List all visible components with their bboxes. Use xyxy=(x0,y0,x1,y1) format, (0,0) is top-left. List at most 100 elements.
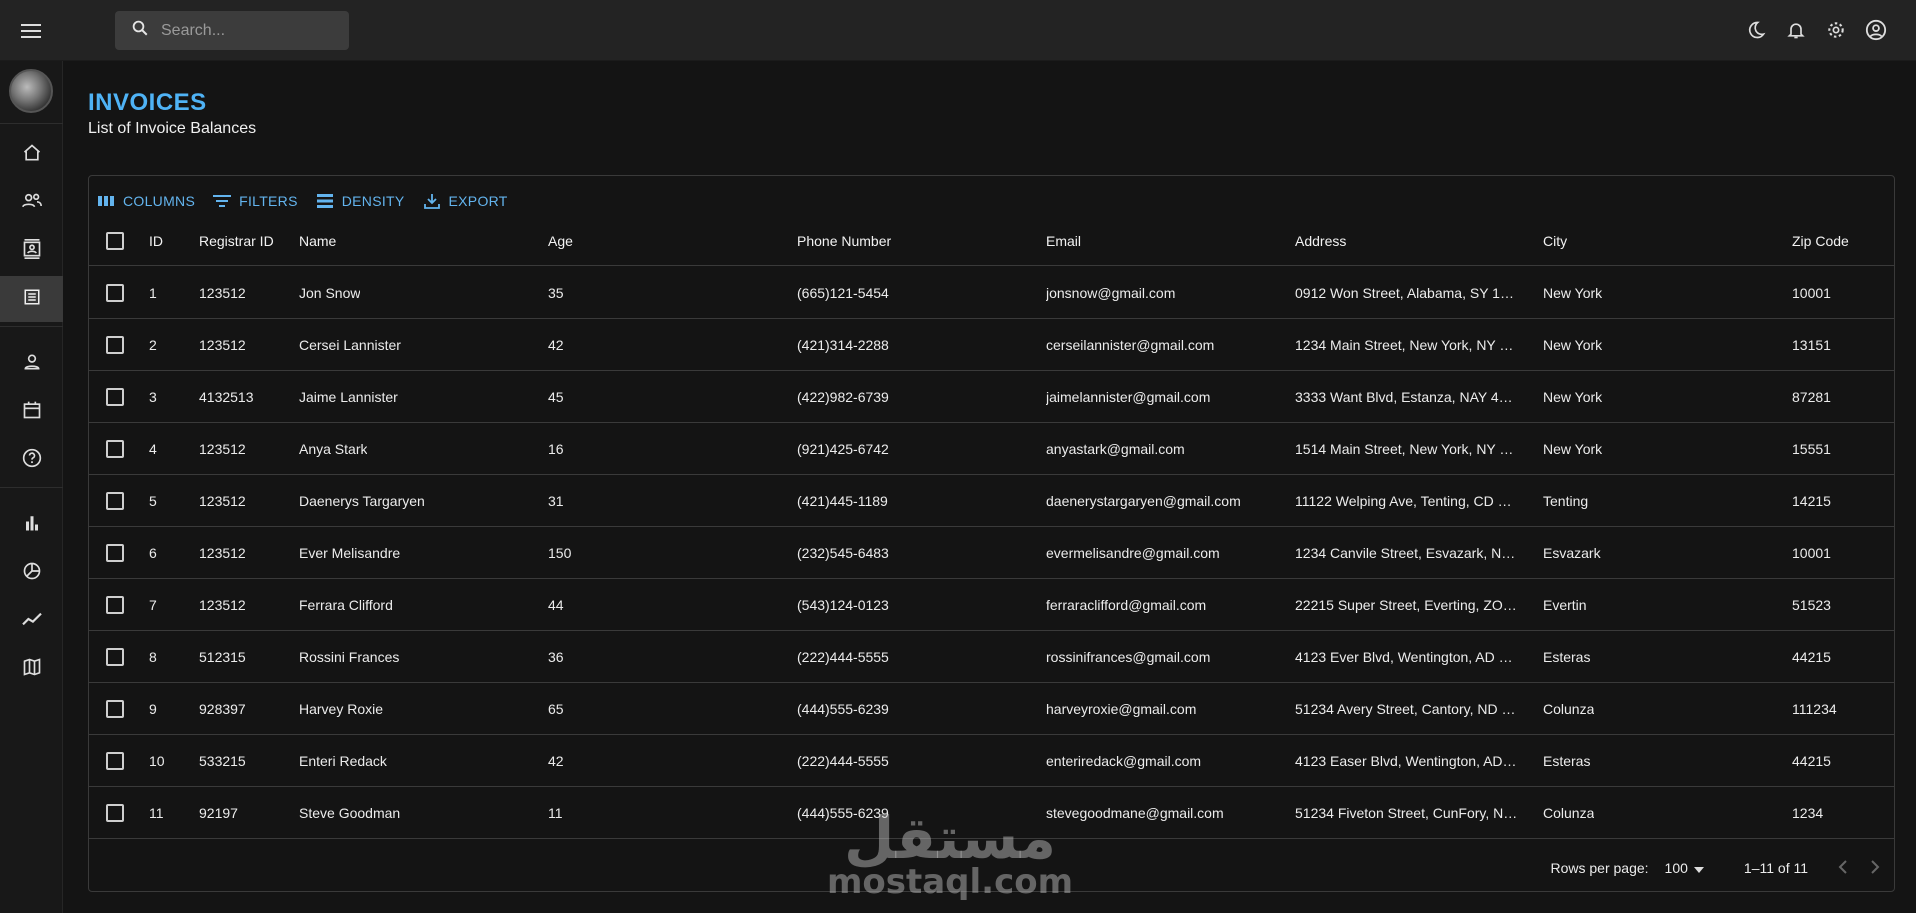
row-checkbox[interactable] xyxy=(106,335,124,354)
team-icon xyxy=(21,191,43,216)
cell-age: 35 xyxy=(548,284,564,301)
cell-zip: 13151 xyxy=(1792,336,1831,353)
column-header-address[interactable]: Address xyxy=(1295,216,1346,265)
cell-address: 4123 Ever Blvd, Wentington, AD … xyxy=(1295,648,1513,665)
row-checkbox[interactable] xyxy=(106,491,124,510)
sidebar-item-line-chart[interactable] xyxy=(0,598,63,644)
account-icon[interactable] xyxy=(1864,18,1888,42)
cell-name: Daenerys Targaryen xyxy=(299,492,425,509)
row-checkbox[interactable] xyxy=(106,439,124,458)
table-row[interactable]: 11 92197 Steve Goodman 11 (444)555-6239 steve… xyxy=(89,787,1894,839)
cell-id: 2 xyxy=(149,336,157,353)
table-row[interactable]: 4 123512 Anya Stark 16 (921)425-6742 anyastar… xyxy=(89,423,1894,475)
sidebar-item-team[interactable] xyxy=(0,180,63,226)
sidebar-item-faq[interactable] xyxy=(0,437,63,483)
cell-email: cerseilannister@gmail.com xyxy=(1046,336,1215,353)
select-all-checkbox[interactable] xyxy=(106,231,124,250)
table-row[interactable]: 6 123512 Ever Melisandre 150 (232)545-6483 ev… xyxy=(89,527,1894,579)
table-row[interactable]: 7 123512 Ferrara Clifford 44 (543)124-0123 fe… xyxy=(89,579,1894,631)
export-button[interactable]: EXPORT xyxy=(423,186,508,216)
column-header-id[interactable]: ID xyxy=(149,216,163,265)
row-checkbox[interactable] xyxy=(106,595,124,614)
row-checkbox[interactable] xyxy=(106,283,124,302)
sidebar-divider xyxy=(0,123,63,124)
cell-address: 1234 Canvile Street, Esvazark, N… xyxy=(1295,544,1516,561)
column-header-city[interactable]: City xyxy=(1543,216,1567,265)
table-row[interactable]: 9 928397 Harvey Roxie 65 (444)555-6239 harvey… xyxy=(89,683,1894,735)
settings-icon[interactable] xyxy=(1824,18,1848,42)
rows-per-page-select[interactable]: 100 xyxy=(1665,860,1704,876)
cell-name: Cersei Lannister xyxy=(299,336,401,353)
sidebar-item-geography[interactable] xyxy=(0,646,63,692)
table-row[interactable]: 3 4132513 Jaime Lannister 45 (422)982-6739 ja… xyxy=(89,371,1894,423)
table-row[interactable]: 8 512315 Rossini Frances 36 (222)444-5555 ros… xyxy=(89,631,1894,683)
cell-address: 0912 Won Street, Alabama, SY 1… xyxy=(1295,284,1514,301)
column-header-phone[interactable]: Phone Number xyxy=(797,216,891,265)
sidebar-item-bar-chart[interactable] xyxy=(0,502,63,548)
cell-zip: 87281 xyxy=(1792,388,1831,405)
row-select-cell xyxy=(106,267,124,318)
table-row[interactable]: 1 123512 Jon Snow 35 (665)121-5454 jonsnow@gm… xyxy=(89,267,1894,319)
column-header-name[interactable]: Name xyxy=(299,216,336,265)
line-chart-icon xyxy=(21,610,43,633)
columns-button[interactable]: COLUMNS xyxy=(97,186,195,216)
cell-name: Rossini Frances xyxy=(299,648,400,665)
cell-email: evermelisandre@gmail.com xyxy=(1046,544,1220,561)
cell-name: Harvey Roxie xyxy=(299,700,384,717)
row-checkbox[interactable] xyxy=(106,699,124,718)
row-select-cell xyxy=(106,683,124,734)
cell-id: 11 xyxy=(149,804,164,821)
table-row[interactable]: 2 123512 Cersei Lannister 42 (421)314-2288 ce… xyxy=(89,319,1894,371)
cell-phone: (665)121-5454 xyxy=(797,284,889,301)
cell-address: 51234 Fiveton Street, CunFory, N… xyxy=(1295,804,1518,821)
search-input[interactable] xyxy=(161,21,331,40)
column-header-email[interactable]: Email xyxy=(1046,216,1081,265)
sidebar-item-home[interactable] xyxy=(0,132,63,178)
rows-per-page-value: 100 xyxy=(1664,860,1688,876)
cell-name: Steve Goodman xyxy=(299,804,401,821)
cell-email: jaimelannister@gmail.com xyxy=(1046,388,1211,405)
cell-registrar-id: 123512 xyxy=(199,336,246,353)
sidebar-item-profile[interactable] xyxy=(0,341,63,387)
cell-city: Colunza xyxy=(1543,804,1595,821)
cell-name: Anya Stark xyxy=(299,440,368,457)
page-title: INVOICES xyxy=(88,89,207,116)
row-checkbox[interactable] xyxy=(106,543,124,562)
grid-toolbar: COLUMNS FILTERS DENSITY EXPORT xyxy=(97,186,508,216)
row-checkbox[interactable] xyxy=(106,751,124,770)
density-button[interactable]: DENSITY xyxy=(316,186,405,216)
table-row[interactable]: 5 123512 Daenerys Targaryen 31 (421)445-1189… xyxy=(89,475,1894,527)
row-select-cell xyxy=(106,527,124,578)
row-checkbox[interactable] xyxy=(106,387,124,406)
filters-button[interactable]: FILTERS xyxy=(213,186,298,216)
sidebar-item-invoices[interactable] xyxy=(0,276,63,322)
sidebar-item-contacts[interactable] xyxy=(0,228,63,274)
column-header-registrar-id[interactable]: Registrar ID xyxy=(199,216,274,265)
menu-icon[interactable] xyxy=(19,19,43,43)
cell-city: New York xyxy=(1543,440,1603,457)
search-box[interactable] xyxy=(115,11,349,50)
sidebar-item-pie-chart[interactable] xyxy=(0,550,63,596)
cell-registrar-id: 123512 xyxy=(199,596,246,613)
cell-email: daenerystargaryen@gmail.com xyxy=(1046,492,1241,509)
cell-email: stevegoodmane@gmail.com xyxy=(1046,804,1224,821)
table-row[interactable]: 10 533215 Enteri Redack 42 (222)444-5555 ente… xyxy=(89,735,1894,787)
column-header-zip[interactable]: Zip Code xyxy=(1792,216,1849,265)
dark-mode-icon[interactable] xyxy=(1744,18,1768,42)
cell-phone: (444)555-6239 xyxy=(797,804,889,821)
previous-page-icon[interactable] xyxy=(1838,859,1848,877)
select-all-cell xyxy=(106,216,124,265)
download-icon xyxy=(423,192,441,210)
sidebar-item-calendar[interactable] xyxy=(0,389,63,435)
cell-email: anyastark@gmail.com xyxy=(1046,440,1185,457)
row-checkbox[interactable] xyxy=(106,803,124,822)
home-icon xyxy=(22,143,42,168)
next-page-icon[interactable] xyxy=(1870,859,1880,877)
avatar[interactable] xyxy=(9,69,53,113)
row-select-cell xyxy=(106,319,124,370)
notifications-icon[interactable] xyxy=(1784,18,1808,42)
column-header-age[interactable]: Age xyxy=(548,216,573,265)
cell-address: 3333 Want Blvd, Estanza, NAY 4… xyxy=(1295,388,1513,405)
cell-id: 8 xyxy=(149,648,157,665)
row-checkbox[interactable] xyxy=(106,647,124,666)
